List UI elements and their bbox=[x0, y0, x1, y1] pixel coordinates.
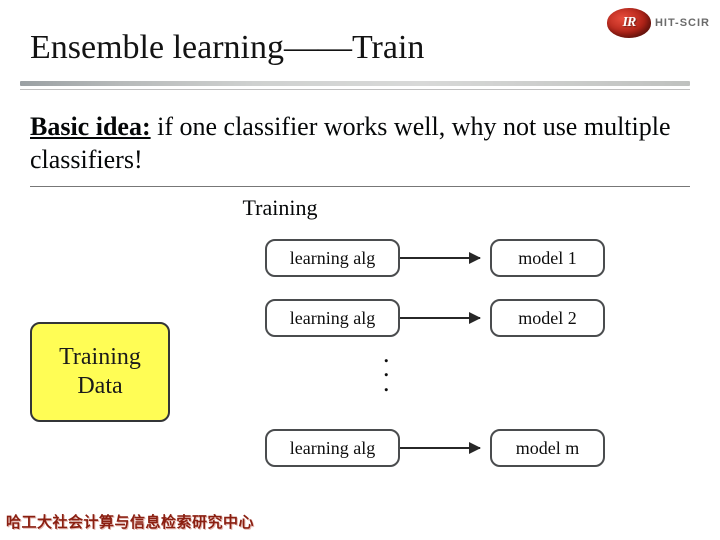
brand-logo-mark: IR bbox=[607, 8, 651, 38]
title-divider bbox=[20, 81, 690, 91]
brand-logo: IR HIT-SCIR bbox=[607, 8, 710, 38]
footer-organization: 哈工大社会计算与信息检索研究中心 bbox=[6, 511, 254, 532]
training-diagram: Training Data learning alg model 1 learn… bbox=[30, 227, 690, 487]
learning-alg-box-2: learning alg bbox=[265, 299, 400, 337]
training-data-box: Training Data bbox=[30, 322, 170, 422]
arrow-icon bbox=[400, 317, 480, 319]
slide-title: Ensemble learning——Train bbox=[30, 28, 690, 67]
brand-logo-label: HIT-SCIR bbox=[655, 17, 710, 29]
learning-alg-box-1: learning alg bbox=[265, 239, 400, 277]
brand-logo-mark-text: IR bbox=[623, 15, 636, 31]
model-box-1: model 1 bbox=[490, 239, 605, 277]
basic-idea-text: Basic idea: if one classifier works well… bbox=[0, 91, 720, 182]
learning-alg-box-m: learning alg bbox=[265, 429, 400, 467]
model-box-m: model m bbox=[490, 429, 605, 467]
arrow-icon bbox=[400, 447, 480, 449]
arrow-icon bbox=[400, 257, 480, 259]
model-box-2: model 2 bbox=[490, 299, 605, 337]
vertical-ellipsis-icon: ... bbox=[383, 347, 390, 390]
section-label: Training bbox=[0, 195, 720, 221]
basic-idea-lead: Basic idea: bbox=[30, 112, 151, 141]
idea-divider bbox=[30, 186, 690, 187]
training-data-label: Training Data bbox=[59, 343, 141, 401]
